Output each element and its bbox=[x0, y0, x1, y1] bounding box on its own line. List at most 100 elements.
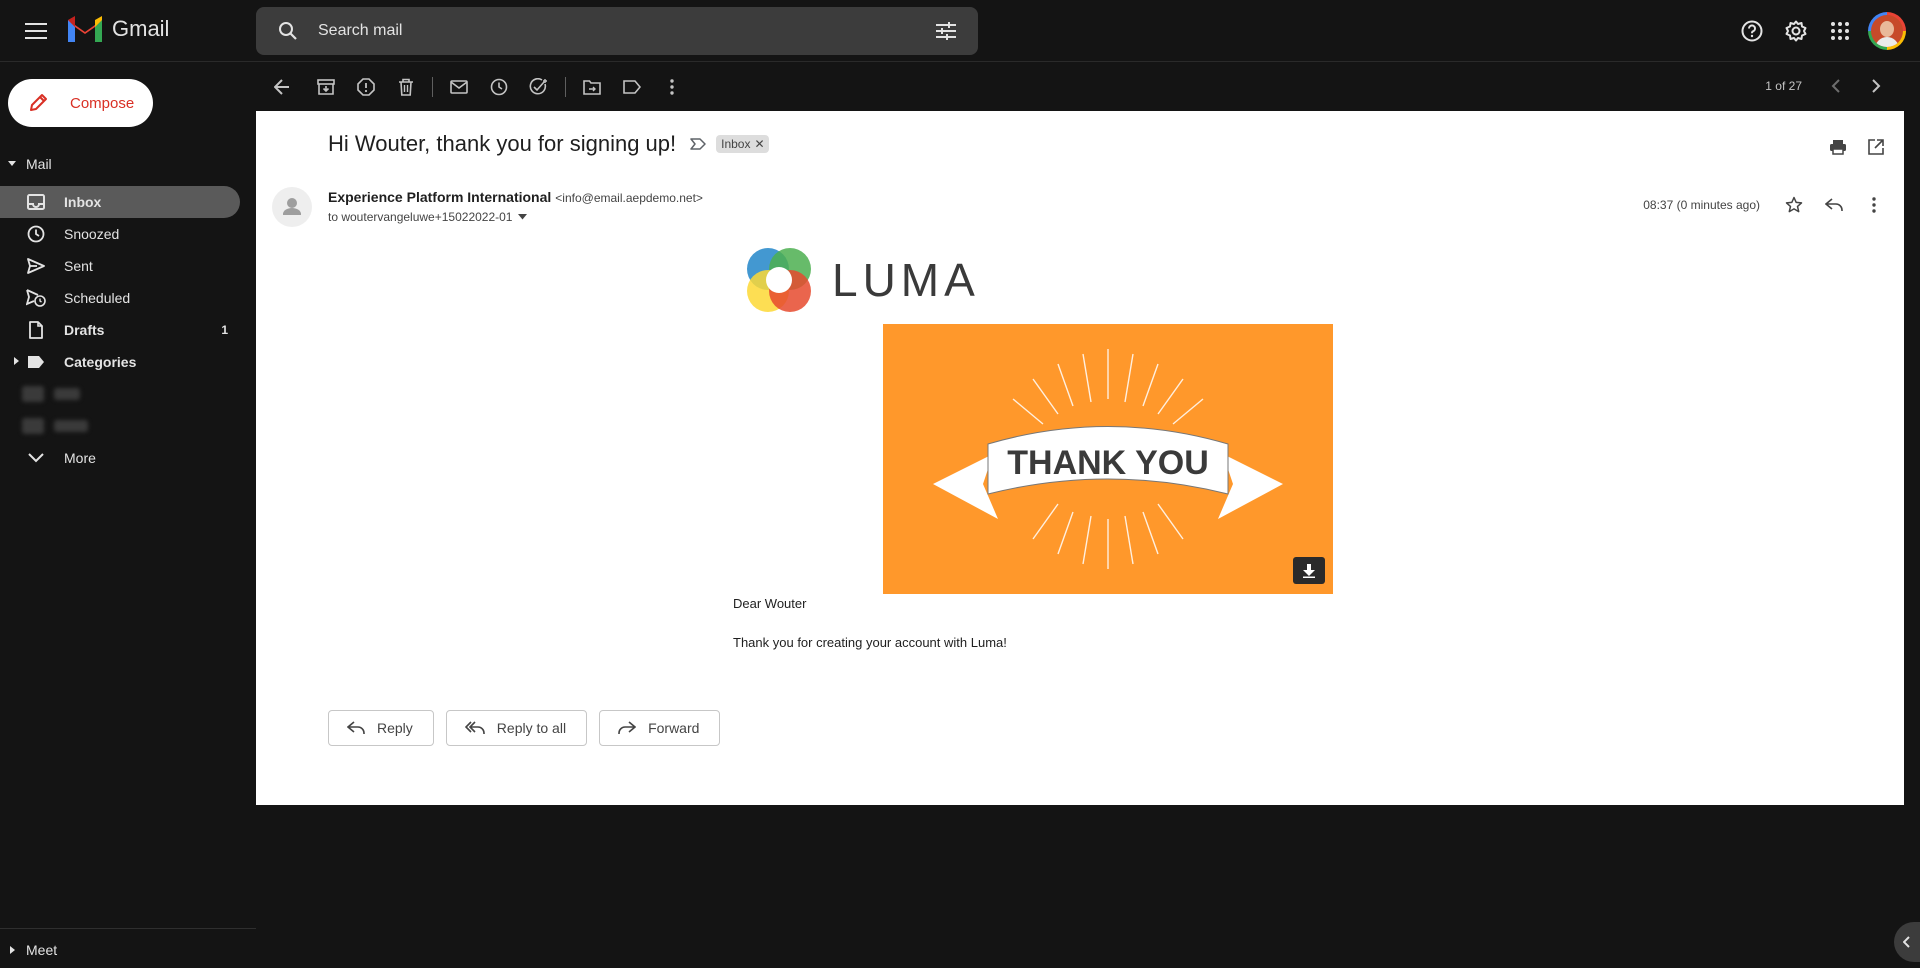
more-vert-icon[interactable] bbox=[1854, 185, 1894, 225]
search-input[interactable] bbox=[318, 22, 930, 40]
print-icon[interactable] bbox=[1824, 133, 1852, 161]
search-options-icon[interactable] bbox=[930, 15, 962, 47]
sidebar-item-categories[interactable]: Categories bbox=[0, 346, 240, 378]
chevron-left-icon[interactable] bbox=[1816, 66, 1856, 106]
star-icon[interactable] bbox=[1774, 185, 1814, 225]
sidebar-item-label: Inbox bbox=[64, 194, 102, 210]
reply-all-button[interactable]: Reply to all bbox=[445, 710, 588, 746]
forward-button[interactable]: Forward bbox=[599, 710, 721, 746]
sender-info: Experience Platform International <info@… bbox=[328, 189, 703, 205]
move-to-folder-icon[interactable] bbox=[572, 67, 612, 107]
inbox-label-chip[interactable]: Inbox ✕ bbox=[716, 135, 769, 153]
sidebar-item-count: 1 bbox=[221, 323, 228, 337]
luma-logo: LUMA bbox=[742, 243, 980, 317]
reply-icon bbox=[347, 721, 365, 735]
gmail-m-icon bbox=[68, 16, 102, 42]
open-new-window-icon[interactable] bbox=[1862, 133, 1890, 161]
sidebar-item-more[interactable]: More bbox=[0, 442, 240, 474]
sidebar-item-inbox[interactable]: Inbox bbox=[0, 186, 240, 218]
help-icon[interactable] bbox=[1732, 11, 1772, 51]
forward-label: Forward bbox=[648, 720, 700, 736]
add-to-tasks-icon[interactable] bbox=[519, 67, 559, 107]
delete-trash-icon[interactable] bbox=[386, 67, 426, 107]
blurred-label-row[interactable] bbox=[0, 410, 256, 442]
chevron-down-icon bbox=[26, 448, 46, 468]
email-greeting: Dear Wouter bbox=[733, 596, 807, 611]
sidebar-item-sent[interactable]: Sent bbox=[0, 250, 240, 282]
side-panel-toggle[interactable] bbox=[1894, 922, 1920, 962]
toolbar-divider bbox=[432, 76, 433, 97]
download-image-icon[interactable] bbox=[1293, 557, 1325, 584]
scheduled-send-icon bbox=[26, 288, 46, 308]
main-menu-icon[interactable] bbox=[20, 19, 52, 43]
search-icon[interactable] bbox=[272, 15, 304, 47]
sidebar-item-label: Categories bbox=[64, 354, 137, 370]
luma-brand-text: LUMA bbox=[832, 254, 980, 306]
importance-marker-icon[interactable] bbox=[690, 138, 706, 150]
reply-all-icon bbox=[464, 721, 485, 735]
sidebar-item-label: Sent bbox=[64, 258, 93, 274]
inbox-icon bbox=[26, 192, 46, 212]
labels-icon[interactable] bbox=[612, 67, 652, 107]
sidebar-item-label: Drafts bbox=[64, 322, 105, 338]
reply-icon[interactable] bbox=[1814, 185, 1854, 225]
banner-text: THANK YOU bbox=[1007, 444, 1209, 482]
email-message: Thank you for creating your account with… bbox=[733, 635, 1007, 650]
sidebar: Compose Mail Inbox Snoozed Sent Schedule… bbox=[0, 62, 256, 968]
back-arrow-icon[interactable] bbox=[262, 67, 302, 107]
sidebar-item-label: More bbox=[64, 450, 96, 466]
reply-button[interactable]: Reply bbox=[328, 710, 434, 746]
mark-unread-icon[interactable] bbox=[439, 67, 479, 107]
apps-grid-icon[interactable] bbox=[1820, 11, 1860, 51]
thank-you-banner-image[interactable]: THANK YOU bbox=[883, 324, 1333, 594]
draft-file-icon bbox=[26, 320, 46, 340]
sidebar-item-scheduled[interactable]: Scheduled bbox=[0, 282, 240, 314]
message-time: 08:37 (0 minutes ago) bbox=[1643, 198, 1760, 212]
chevron-right-icon[interactable] bbox=[1856, 66, 1896, 106]
recipient-line: to woutervangeluwe+15022022-01 bbox=[328, 210, 528, 224]
blurred-label-row[interactable] bbox=[0, 378, 256, 410]
gmail-logo[interactable]: Gmail bbox=[66, 14, 169, 44]
sidebar-item-label: Snoozed bbox=[64, 226, 120, 242]
caret-right-icon[interactable] bbox=[14, 357, 19, 365]
message-toolbar: 1 of 27 bbox=[256, 62, 1920, 111]
send-icon bbox=[26, 256, 46, 276]
label-chip-text: Inbox bbox=[721, 137, 751, 151]
pencil-icon bbox=[26, 91, 50, 115]
toolbar-divider bbox=[565, 76, 566, 97]
pager-count: 1 of 27 bbox=[1765, 79, 1802, 93]
reply-label: Reply bbox=[377, 720, 413, 736]
account-avatar[interactable] bbox=[1868, 12, 1906, 50]
archive-icon[interactable] bbox=[306, 67, 346, 107]
top-bar: Gmail bbox=[0, 0, 1920, 62]
forward-icon bbox=[618, 721, 637, 735]
message-meta: 08:37 (0 minutes ago) bbox=[1643, 185, 1894, 225]
report-spam-icon[interactable] bbox=[346, 67, 386, 107]
sidebar-item-snoozed[interactable]: Snoozed bbox=[0, 218, 240, 250]
mail-section-label: Mail bbox=[26, 156, 52, 172]
search-bar[interactable] bbox=[256, 7, 978, 55]
compose-label: Compose bbox=[70, 94, 135, 112]
pagination: 1 of 27 bbox=[1765, 66, 1896, 106]
recipient-text: to woutervangeluwe+15022022-01 bbox=[328, 210, 513, 224]
remove-label-icon[interactable]: ✕ bbox=[754, 137, 764, 151]
app-name: Gmail bbox=[112, 16, 170, 41]
caret-right-icon bbox=[0, 946, 24, 954]
sender-name[interactable]: Experience Platform International bbox=[328, 189, 551, 205]
more-vert-icon[interactable] bbox=[652, 67, 692, 107]
sidebar-item-drafts[interactable]: Drafts 1 bbox=[0, 314, 240, 346]
meet-label: Meet bbox=[26, 942, 58, 958]
sender-email: <info@email.aepdemo.net> bbox=[555, 191, 703, 205]
reply-actions: Reply Reply to all Forward bbox=[328, 710, 721, 746]
meet-section-toggle[interactable]: Meet bbox=[0, 938, 57, 962]
sidebar-nav: Inbox Snoozed Sent Scheduled Drafts 1 Ca… bbox=[0, 186, 256, 474]
compose-button[interactable]: Compose bbox=[8, 79, 153, 127]
settings-gear-icon[interactable] bbox=[1776, 11, 1816, 51]
snooze-clock-icon[interactable] bbox=[479, 67, 519, 107]
show-details-caret-icon[interactable] bbox=[518, 214, 528, 220]
luma-rings-icon bbox=[747, 248, 811, 312]
sidebar-item-label: Scheduled bbox=[64, 290, 131, 306]
mail-section-toggle[interactable]: Mail bbox=[0, 152, 52, 176]
sender-avatar[interactable] bbox=[272, 187, 312, 227]
chevron-left-icon bbox=[1903, 936, 1910, 948]
